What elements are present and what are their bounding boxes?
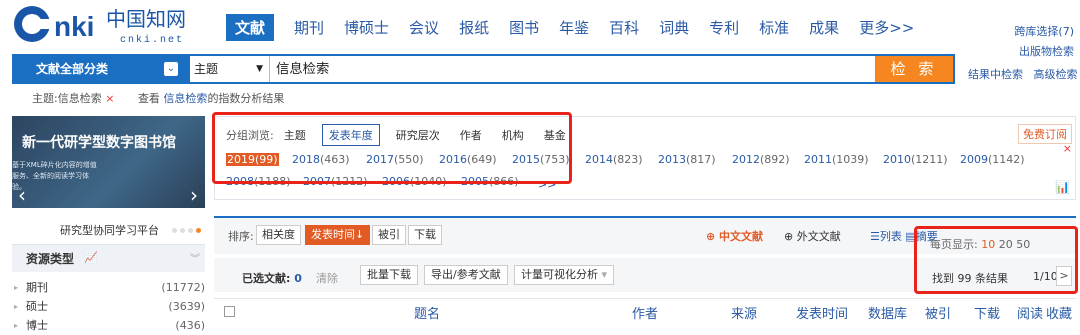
carousel-dot-active[interactable] <box>196 228 201 233</box>
visual-analysis-dropdown[interactable]: 计量可视化分析 ▾ <box>514 265 615 285</box>
publisher-search-link[interactable]: 出版物检索 <box>1014 42 1074 62</box>
list-view-button[interactable]: ☰列表 <box>870 230 902 243</box>
view-prefix: 查看 <box>137 92 160 105</box>
svg-text:nki: nki <box>54 11 94 42</box>
search-field-value: 主题 <box>194 62 219 76</box>
sort-relevance-button[interactable]: 相关度 <box>256 225 301 245</box>
nav-tab-patent[interactable]: 专利 <box>709 17 739 38</box>
banner-prev-icon[interactable]: ‹ <box>18 183 26 207</box>
selected-count: 已选文献: 0 <box>242 272 302 285</box>
col-date[interactable]: 发表时间 <box>796 303 848 322</box>
clear-selection-link[interactable]: 清除 <box>316 270 338 286</box>
logo-cn-text: 中国知网 <box>106 7 186 31</box>
sort-download-button[interactable]: 下载 <box>408 225 442 245</box>
top-right-links: 跨库选择(7) 出版物检索 <box>1014 22 1074 62</box>
platform-label[interactable]: 研究型协同学习平台 <box>60 222 159 238</box>
dropdown-arrow-icon: ▾ <box>601 268 608 281</box>
resource-label: 博士 <box>26 319 48 332</box>
carousel-dot[interactable] <box>188 228 193 233</box>
sort-label: 排序: <box>228 230 254 243</box>
batch-download-button[interactable]: 批量下载 <box>360 265 418 285</box>
query-tag: 主题:信息检索 <box>32 92 102 105</box>
search-input[interactable] <box>270 56 875 82</box>
year-filter-2010[interactable]: 2010(1211) <box>883 153 948 166</box>
carousel-dots[interactable] <box>172 228 201 233</box>
resource-label: 期刊 <box>26 281 48 294</box>
resource-type-header[interactable]: 资源类型 <box>12 244 205 272</box>
year-filter-2011[interactable]: 2011(1039) <box>804 153 869 166</box>
chart-icon[interactable]: 📈 <box>84 251 98 264</box>
remove-tag-icon[interactable]: × <box>105 92 114 105</box>
export-citation-button[interactable]: 导出/参考文献 <box>424 265 508 285</box>
dropdown-arrow-icon: ▼ <box>256 64 263 74</box>
top-nav: 文献 期刊 博硕士 会议 报纸 图书 年鉴 百科 词典 专利 标准 成果 更多>… <box>226 13 914 41</box>
advanced-search-link[interactable]: 高级检索 <box>1034 68 1078 81</box>
year-filter-2012[interactable]: 2012(892) <box>732 153 790 166</box>
sort-cited-button[interactable]: 被引 <box>372 225 406 245</box>
col-author[interactable]: 作者 <box>632 303 658 322</box>
nav-tab-newspaper[interactable]: 报纸 <box>459 17 489 38</box>
search-field-select[interactable]: 主题 ▼ <box>190 56 270 82</box>
highlight-box-year-filter <box>212 112 572 184</box>
foreign-literature-toggle[interactable]: ⊕ 外文文献 <box>784 228 841 244</box>
year-filter-2014[interactable]: 2014(823) <box>585 153 643 166</box>
nav-tab-journal[interactable]: 期刊 <box>294 17 324 38</box>
resource-label: 硕士 <box>26 300 48 313</box>
index-analysis-link[interactable]: 信息检索 <box>163 92 207 105</box>
nav-tab-dictionary[interactable]: 词典 <box>659 17 689 38</box>
nav-tab-thesis[interactable]: 博硕士 <box>344 17 389 38</box>
nav-tab-encyclopedia[interactable]: 百科 <box>609 17 639 38</box>
nav-tab-books[interactable]: 图书 <box>509 17 539 38</box>
nav-tab-more[interactable]: 更多>> <box>859 17 914 38</box>
year-filter-2009[interactable]: 2009(1142) <box>960 153 1025 166</box>
highlight-box-result-count <box>914 226 1078 294</box>
nav-tab-standard[interactable]: 标准 <box>759 17 789 38</box>
cnki-logo[interactable]: nki 中国知网 cnki.net <box>12 2 202 46</box>
resource-count: (11772) <box>161 281 205 294</box>
col-cited[interactable]: 被引 <box>925 303 951 322</box>
resource-item[interactable]: 期刊 (11772) <box>12 278 205 297</box>
resource-item[interactable]: 硕士 (3639) <box>12 297 205 316</box>
subscribe-button[interactable]: 免费订阅 <box>1018 124 1072 144</box>
carousel-dot[interactable] <box>180 228 185 233</box>
sort-date-button[interactable]: 发表时间↓ <box>305 225 371 245</box>
close-icon[interactable]: × <box>1063 142 1072 155</box>
logo-en-text: cnki.net <box>120 34 184 46</box>
col-favorite[interactable]: 收藏 <box>1046 303 1072 322</box>
chinese-literature-toggle[interactable]: ⊕ 中文文献 <box>706 228 763 244</box>
resource-count: (3639) <box>168 300 205 313</box>
resource-list: 期刊 (11772) 硕士 (3639) 博士 (436) <box>12 278 205 335</box>
resource-item[interactable]: 博士 (436) <box>12 316 205 335</box>
trend-chart-icon[interactable]: 📊 <box>1055 180 1070 194</box>
col-read[interactable]: 阅读 <box>1017 303 1043 322</box>
nav-tab-achievement[interactable]: 成果 <box>809 17 839 38</box>
year-filter-2013[interactable]: 2013(817) <box>658 153 716 166</box>
search-subheader: 主题:信息检索 × 查看 信息检索的指数分析结果 <box>32 90 284 106</box>
search-extra-links: 结果中检索 高级检索 <box>968 66 1078 82</box>
search-in-results-link[interactable]: 结果中检索 <box>968 68 1023 81</box>
resource-count: (436) <box>175 319 205 332</box>
col-database[interactable]: 数据库 <box>868 303 907 322</box>
view-suffix: 的指数分析结果 <box>207 92 285 105</box>
cross-db-select-link[interactable]: 跨库选择(7) <box>1014 22 1074 42</box>
banner-title: 新一代研学型数字图书馆 <box>22 135 176 151</box>
select-all-checkbox[interactable] <box>224 306 235 317</box>
chevron-down-icon[interactable]: ⌄ <box>164 62 178 76</box>
col-downloads[interactable]: 下载 <box>974 303 1000 322</box>
banner-next-icon[interactable]: › <box>190 183 198 207</box>
search-button[interactable]: 检 索 <box>875 56 953 82</box>
nav-tab-conference[interactable]: 会议 <box>409 17 439 38</box>
col-source[interactable]: 来源 <box>731 303 757 322</box>
nav-tab-yearbook[interactable]: 年鉴 <box>559 17 589 38</box>
collapse-icon[interactable]: ︾ <box>190 250 200 265</box>
carousel-dot[interactable] <box>172 228 177 233</box>
col-title[interactable]: 题名 <box>414 303 440 322</box>
nav-tab-literature[interactable]: 文献 <box>226 13 275 41</box>
